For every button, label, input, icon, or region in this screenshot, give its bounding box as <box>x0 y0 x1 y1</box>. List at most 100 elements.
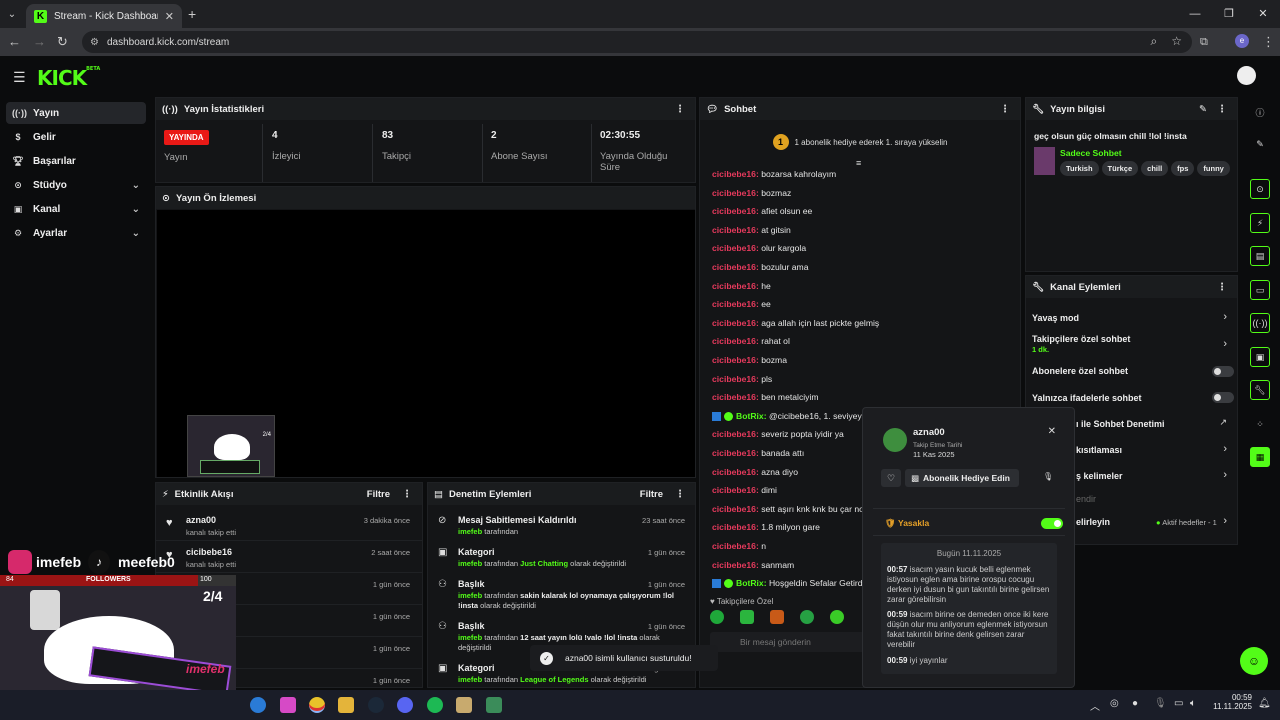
chat-username[interactable]: cicibebe16: <box>712 541 759 551</box>
new-tab-button[interactable]: + <box>188 6 196 22</box>
pinned-toggle-icon[interactable]: ≡ <box>856 158 861 168</box>
emote-icon[interactable] <box>800 610 814 624</box>
mod-user[interactable]: imefeb <box>458 675 482 684</box>
chat-username[interactable]: cicibebe16: <box>712 188 759 198</box>
wrench-icon[interactable]: 🔧︎ <box>1250 380 1270 400</box>
add-widget-icon[interactable]: ▦ <box>1250 447 1270 467</box>
mod-user[interactable]: imefeb <box>458 633 482 642</box>
more-options-icon[interactable]: ⋮ <box>1217 282 1227 293</box>
chat-username[interactable]: cicibebe16: <box>712 392 759 402</box>
support-chat-icon[interactable]: ☺ <box>1240 647 1268 675</box>
stream-category[interactable]: Sadece Sohbet <box>1060 148 1122 158</box>
emote-icon[interactable] <box>740 610 754 624</box>
tab-search-button[interactable]: ⌄ <box>4 6 20 22</box>
mod-user[interactable]: imefeb <box>458 527 482 536</box>
discord-icon[interactable] <box>397 697 413 713</box>
mod-user[interactable]: imefeb <box>458 559 482 568</box>
browser-menu-icon[interactable]: ⋮ <box>1262 34 1275 50</box>
browser-tab[interactable]: K Stream - Kick Dashboard ✕ <box>26 4 182 28</box>
reload-icon[interactable]: ↻ <box>57 34 68 50</box>
subs-chat-toggle[interactable] <box>1212 366 1234 377</box>
user-card-username[interactable]: azna00 <box>913 427 945 438</box>
document-icon[interactable]: ▤ <box>1250 246 1270 266</box>
back-icon[interactable]: ← <box>8 34 21 50</box>
edit-icon[interactable]: ✎ <box>1250 134 1270 154</box>
chat-username[interactable]: cicibebe16: <box>712 262 759 272</box>
chat-username[interactable]: cicibebe16: <box>712 243 759 253</box>
blocked-words-label[interactable]: ş kelimeler <box>1076 471 1123 481</box>
chat-username[interactable]: BotRix: <box>736 411 767 421</box>
layout-icon[interactable]: ▣ <box>1250 347 1270 367</box>
emote-chat-toggle[interactable] <box>1212 392 1234 403</box>
broadcast-icon[interactable]: ((·)) <box>1250 313 1270 333</box>
emote-icon[interactable] <box>770 610 784 624</box>
emote-icon[interactable] <box>710 610 724 624</box>
gift-sub-button[interactable]: ▩ Abonelik Hediye Edin <box>905 469 1019 487</box>
chat-username[interactable]: cicibebe16: <box>712 467 759 477</box>
chat-username[interactable]: cicibebe16: <box>712 169 759 179</box>
forward-icon[interactable]: → <box>33 34 46 50</box>
mod-user[interactable]: imefeb <box>458 591 482 600</box>
tab-close-icon[interactable]: ✕ <box>165 10 174 23</box>
network-icon[interactable]: ▭ <box>1174 698 1183 709</box>
nav-item-basarilar[interactable]: 🏆︎ Başarılar <box>6 150 146 172</box>
copilot-icon[interactable] <box>280 697 296 713</box>
bookmark-star-icon[interactable]: ☆ <box>1171 34 1182 49</box>
chat-username[interactable]: cicibebe16: <box>712 336 759 346</box>
notification-bell-icon[interactable]: 🔔︎ <box>1258 698 1271 709</box>
more-options-icon[interactable]: ⋮ <box>1000 104 1010 115</box>
spotify-icon[interactable] <box>427 697 443 713</box>
league-client-icon[interactable] <box>456 697 472 713</box>
chat-username[interactable]: cicibebe16: <box>712 281 759 291</box>
chat-username[interactable]: cicibebe16: <box>712 522 759 532</box>
info-icon[interactable]: ⓘ <box>1250 102 1270 122</box>
camera-icon[interactable]: ⊙ <box>1250 179 1270 199</box>
external-link-icon[interactable]: ↗ <box>1219 417 1227 428</box>
filter-button[interactable]: Filtre <box>367 489 390 500</box>
nav-item-studyo[interactable]: ⊙ Stüdyo ⌄ <box>6 174 146 196</box>
emote-icon[interactable] <box>830 610 844 624</box>
restrictions-label[interactable]: kısıtlaması <box>1076 445 1122 455</box>
chat-username[interactable]: cicibebe16: <box>712 318 759 328</box>
more-options-icon[interactable]: ⋮ <box>675 104 685 115</box>
site-info-icon[interactable]: ⚙ <box>90 37 99 48</box>
edge-browser-icon[interactable] <box>250 697 266 713</box>
chat-username[interactable]: cicibebe16: <box>712 355 759 365</box>
nav-item-gelir[interactable]: $ Gelir <box>6 126 146 148</box>
file-explorer-icon[interactable] <box>338 697 354 713</box>
close-icon[interactable]: ✕ <box>1048 426 1056 437</box>
more-options-icon[interactable]: ⋮ <box>402 489 412 500</box>
follow-heart-button[interactable]: ♡ <box>881 469 901 487</box>
chat-icon[interactable]: ▭ <box>1250 280 1270 300</box>
chat-username[interactable]: cicibebe16: <box>712 448 759 458</box>
riot-client-icon[interactable] <box>486 697 502 713</box>
chat-username[interactable]: cicibebe16: <box>712 429 759 439</box>
chat-username[interactable]: cicibebe16: <box>712 225 759 235</box>
maximize-button[interactable]: ❐ <box>1212 0 1246 28</box>
lightning-icon[interactable]: ⚡ <box>1250 213 1270 233</box>
kick-logo[interactable]: KICKBETA <box>37 66 100 90</box>
filter-button[interactable]: Filtre <box>640 489 663 500</box>
chat-username[interactable]: BotRix: <box>736 578 767 588</box>
ai-moderation-label[interactable]: ı ile Sohbet Denetimi <box>1076 419 1165 429</box>
chat-username[interactable]: cicibebe16: <box>712 560 759 570</box>
tray-app-icon[interactable]: ◎ <box>1110 698 1119 709</box>
gift-leaderboard-banner[interactable]: 1 1 abonelik hediye ederek 1. sıraya yük… <box>700 122 1020 162</box>
chat-username[interactable]: cicibebe16: <box>712 485 759 495</box>
goals-label[interactable]: elirleyin <box>1076 517 1110 527</box>
minimize-button[interactable]: — <box>1178 0 1212 28</box>
chrome-icon[interactable] <box>309 697 325 713</box>
nav-item-kanal[interactable]: ▣ Kanal ⌄ <box>6 198 146 220</box>
close-window-button[interactable]: ✕ <box>1246 0 1280 28</box>
more-options-icon[interactable]: ⋮ <box>1217 104 1227 115</box>
tray-overflow-icon[interactable]: ︿ <box>1090 698 1100 713</box>
apps-icon[interactable]: ⁘ <box>1250 414 1270 434</box>
clock[interactable]: 00:59 11.11.2025 <box>1210 693 1252 711</box>
mic-icon[interactable]: 🎙︎ <box>1043 472 1053 481</box>
zoom-icon[interactable]: ⌕ <box>1151 34 1158 49</box>
nav-item-ayarlar[interactable]: ⚙ Ayarlar ⌄ <box>6 222 146 244</box>
chat-username[interactable]: cicibebe16: <box>712 299 759 309</box>
user-avatar[interactable] <box>1237 66 1256 85</box>
volume-icon[interactable]: 🔈︎ <box>1190 698 1196 709</box>
more-options-icon[interactable]: ⋮ <box>675 489 685 500</box>
